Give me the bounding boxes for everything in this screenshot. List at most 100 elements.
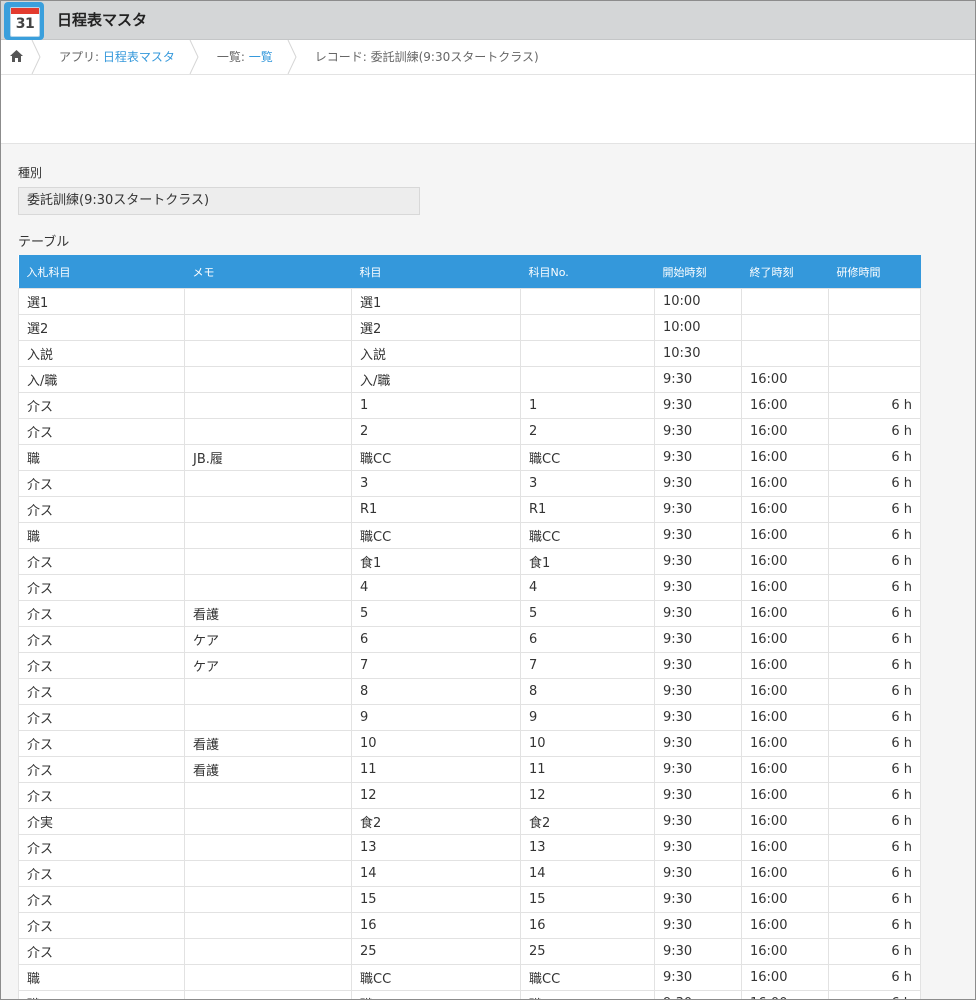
cell-bid-subject: 介ス [18, 782, 185, 809]
table-row: 職職CC 職CC 9:30 16:00 6 h [18, 964, 921, 991]
table-row: 入説 入説 10:30 [18, 340, 921, 367]
cell-start-time: 9:30 [654, 678, 742, 705]
cell-end-time: 16:00 [741, 990, 829, 999]
cell-training-hours: 6 h [828, 704, 921, 731]
cell-start-time: 9:30 [654, 548, 742, 575]
cell-subject: 職CC [351, 444, 521, 471]
cell-bid-subject: 介ス [18, 834, 185, 861]
table-row: 介ス 25 25 9:30 16:00 6 h [18, 938, 921, 965]
cell-subject-no: 食1 [520, 548, 655, 575]
cell-training-hours: 6 h [828, 860, 921, 887]
type-field-value: 委託訓練(9:30スタートクラス) [18, 187, 420, 215]
table-row: 介ス 看護 5 5 9:30 16:00 6 h [18, 600, 921, 627]
cell-subject-no: 13 [520, 834, 655, 861]
cell-start-time: 9:30 [654, 990, 742, 999]
cell-bid-subject: 介ス [18, 886, 185, 913]
cell-training-hours: 6 h [828, 626, 921, 653]
cell-subject: 食2 [351, 808, 521, 835]
cell-subject-no: 9 [520, 704, 655, 731]
cell-bid-subject: 介実 [18, 808, 185, 835]
cell-subject: 11 [351, 756, 521, 783]
cell-memo [184, 990, 352, 999]
cell-training-hours: 6 h [828, 418, 921, 445]
cell-end-time: 16:00 [741, 574, 829, 601]
cell-end-time: 16:00 [741, 600, 829, 627]
cell-end-time: 16:00 [741, 496, 829, 523]
cell-subject-no: 6 [520, 626, 655, 653]
cell-start-time: 9:30 [654, 964, 742, 991]
cell-bid-subject: 職 [18, 964, 185, 991]
cell-end-time: 16:00 [741, 860, 829, 887]
table-row: 介ス 看護 10 10 9:30 16:00 6 h [18, 730, 921, 757]
cell-start-time: 9:30 [654, 574, 742, 601]
record-form: 種別 委託訓練(9:30スタートクラス) テーブル 入札科目 メモ 科目 科目N… [1, 144, 975, 999]
cell-start-time: 9:30 [654, 834, 742, 861]
type-field-label: 種別 [18, 166, 43, 180]
cell-subject-no: 職 [520, 990, 655, 999]
breadcrumb-list-link[interactable]: 一覧 [249, 50, 273, 64]
cell-bid-subject: 介ス [18, 496, 185, 523]
cell-bid-subject: 介ス [18, 600, 185, 627]
cell-end-time: 16:00 [741, 808, 829, 835]
cell-training-hours: 6 h [828, 886, 921, 913]
cell-training-hours: 6 h [828, 808, 921, 835]
cell-subject-no: 16 [520, 912, 655, 939]
cell-bid-subject: 職 [18, 990, 185, 999]
cell-training-hours: 6 h [828, 730, 921, 757]
cell-end-time: 16:00 [741, 912, 829, 939]
cell-start-time: 9:30 [654, 626, 742, 653]
record-action-bar [1, 75, 975, 144]
cell-training-hours: 6 h [828, 496, 921, 523]
cell-memo [184, 704, 352, 731]
cell-end-time: 16:00 [741, 834, 829, 861]
cell-start-time: 9:30 [654, 652, 742, 679]
cell-subject-no: 4 [520, 574, 655, 601]
cell-subject: 4 [351, 574, 521, 601]
app-title: 日程表マスタ [57, 11, 148, 29]
cell-subject: 13 [351, 834, 521, 861]
table-label: テーブル [18, 235, 70, 250]
cell-memo [184, 834, 352, 861]
cell-subject-no: 10 [520, 730, 655, 757]
breadcrumb-app-link[interactable]: 日程表マスタ [103, 50, 175, 64]
app-header: 31 日程表マスタ [1, 1, 975, 40]
breadcrumb-separator [189, 40, 199, 74]
table-row: 介ス 16 16 9:30 16:00 6 h [18, 912, 921, 939]
cell-training-hours: 6 h [828, 444, 921, 471]
table-row: 介ス 2 2 9:30 16:00 6 h [18, 418, 921, 445]
cell-start-time: 9:30 [654, 886, 742, 913]
cell-memo: 看護 [184, 756, 352, 783]
cell-end-time: 16:00 [741, 444, 829, 471]
table-row: 介ス 3 3 9:30 16:00 6 h [18, 470, 921, 497]
cell-memo [184, 288, 352, 315]
cell-memo [184, 964, 352, 991]
cell-end-time: 16:00 [741, 470, 829, 497]
cell-subject-no: 職CC [520, 444, 655, 471]
cell-end-time: 16:00 [741, 678, 829, 705]
table-row: 選1 選1 10:00 [18, 288, 921, 315]
cell-start-time: 10:30 [654, 340, 742, 367]
cell-subject: 12 [351, 782, 521, 809]
cell-memo [184, 392, 352, 419]
cell-memo [184, 808, 352, 835]
cell-training-hours [828, 314, 921, 341]
cell-memo [184, 574, 352, 601]
cell-memo [184, 470, 352, 497]
cell-start-time: 9:30 [654, 444, 742, 471]
cell-memo [184, 522, 352, 549]
cell-subject: 14 [351, 860, 521, 887]
calendar-icon[interactable]: 31 [4, 2, 44, 40]
home-icon[interactable] [1, 40, 31, 74]
cell-training-hours: 6 h [828, 912, 921, 939]
table-row: 介ス ケア 7 7 9:30 16:00 6 h [18, 652, 921, 679]
cell-bid-subject: 介ス [18, 392, 185, 419]
cell-bid-subject: 入/職 [18, 366, 185, 393]
cell-start-time: 9:30 [654, 808, 742, 835]
table-body: 選1 選1 10:00 選2 選2 10:00 入説 入説 10:30 入/職 入/職 9:30 16:… [18, 288, 921, 999]
cell-subject: 入/職 [351, 366, 521, 393]
cell-subject-no: 7 [520, 652, 655, 679]
cell-memo [184, 340, 352, 367]
cell-subject-no: 5 [520, 600, 655, 627]
cell-subject: 1 [351, 392, 521, 419]
cell-subject-no [520, 288, 655, 315]
